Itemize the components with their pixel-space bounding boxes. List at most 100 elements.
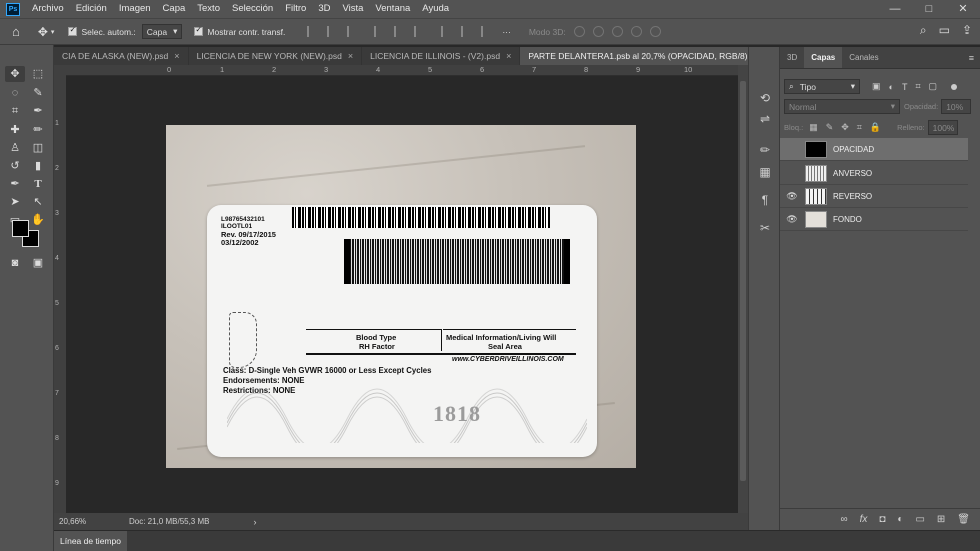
trash-icon[interactable]: 🗑 — [957, 514, 970, 525]
layer-row-anverso[interactable]: ANVERSO — [780, 162, 968, 185]
close-icon[interactable]: × — [506, 47, 511, 65]
align-left-icon[interactable] — [307, 26, 318, 37]
tab-canales[interactable]: Canales — [842, 47, 885, 68]
swatches-icon[interactable]: ▦ — [757, 165, 773, 179]
menu-archivo[interactable]: Archivo — [26, 0, 70, 18]
lock-pixels-icon[interactable]: ▦ — [809, 122, 818, 133]
menu-texto[interactable]: Texto — [191, 0, 226, 18]
add-mask-icon[interactable]: ◘ — [879, 514, 885, 525]
close-icon[interactable]: × — [348, 47, 353, 65]
menu-capa[interactable]: Capa — [157, 0, 192, 18]
stamp-tool-icon[interactable]: ♙ — [5, 140, 25, 156]
hand-tool-icon[interactable]: ✋ — [28, 212, 48, 228]
align-right-icon[interactable] — [347, 26, 358, 37]
tab-illinois[interactable]: LICENCIA DE ILLINOIS - (V2).psd × — [362, 47, 521, 65]
new-layer-icon[interactable]: ⊞ — [937, 514, 945, 525]
history-brush-icon[interactable]: ↺ — [5, 158, 25, 174]
distribute-icon[interactable] — [441, 26, 452, 37]
search-icon[interactable]: ⌕ — [920, 23, 927, 38]
move-tool-icon[interactable]: ✥ — [5, 66, 25, 82]
vertical-scrollbar[interactable] — [738, 65, 748, 513]
tab-3d[interactable]: 3D — [780, 47, 804, 68]
distribute-v-icon[interactable] — [481, 26, 492, 37]
tab-parte-delantera[interactable]: PARTE DELANTERA1.psb al 20,7% (OPACIDAD,… — [520, 47, 748, 65]
menu-ventana[interactable]: Ventana — [369, 0, 416, 18]
panel-menu-icon[interactable]: ≡ — [969, 47, 974, 68]
auto-select-checkbox[interactable] — [68, 25, 78, 36]
filter-smart-icon[interactable]: ▢ — [929, 81, 938, 92]
type-tool-icon[interactable]: T — [28, 176, 48, 192]
history-icon[interactable]: ⟲ — [757, 91, 773, 105]
layer-row-opacidad[interactable]: OPACIDAD — [780, 138, 968, 161]
chevron-right-icon[interactable]: › — [253, 517, 256, 527]
canvas-area[interactable]: L98765432101 ILOOTL01 Rev. 09/17/2015 03… — [66, 76, 738, 513]
gradient-tool-icon[interactable]: ▮ — [28, 158, 48, 174]
crop-tool-icon[interactable]: ⌗ — [5, 103, 25, 119]
healing-brush-icon[interactable]: ✚ — [5, 122, 25, 138]
show-transform-option[interactable]: Mostrar contr. transf. — [194, 25, 285, 37]
maximize-button[interactable]: □ — [912, 0, 946, 18]
close-icon[interactable]: × — [174, 47, 179, 65]
lock-artboard-icon[interactable]: ⌗ — [857, 122, 862, 133]
marquee-tool-icon[interactable]: ⬚ — [28, 66, 48, 82]
filter-pixel-icon[interactable]: ▣ — [872, 81, 881, 92]
menu-3d[interactable]: 3D — [312, 0, 336, 18]
filter-toggle-icon[interactable] — [951, 83, 958, 90]
tab-timeline[interactable]: Línea de tiempo — [54, 531, 127, 551]
scale-3d-icon[interactable] — [649, 26, 661, 37]
layer-row-fondo[interactable]: 👁 FONDO — [780, 208, 968, 231]
filter-adjust-icon[interactable]: ◐ — [889, 82, 894, 92]
filter-type-icon[interactable]: T — [902, 82, 908, 92]
move-tool-icon[interactable]: ✥ — [38, 25, 48, 39]
menu-seleccion[interactable]: Selección — [226, 0, 279, 18]
document-canvas[interactable]: L98765432101 ILOOTL01 Rev. 09/17/2015 03… — [166, 125, 636, 468]
close-button[interactable]: ✕ — [946, 0, 980, 18]
filter-shape-icon[interactable]: ⌗ — [915, 81, 920, 92]
more-options-icon[interactable]: ··· — [502, 27, 511, 37]
align-bottom-icon[interactable] — [414, 26, 425, 37]
brush-tool-icon[interactable]: ✏ — [28, 122, 48, 138]
show-transform-checkbox[interactable] — [194, 25, 204, 36]
slide-3d-icon[interactable] — [630, 26, 642, 37]
align-center-icon[interactable] — [327, 26, 338, 37]
lock-position-icon[interactable]: ✥ — [841, 122, 849, 133]
menu-vista[interactable]: Vista — [336, 0, 369, 18]
workspace-icon[interactable]: ▭ — [939, 23, 950, 38]
paragraph-icon[interactable]: ¶ — [757, 193, 773, 207]
blend-mode-dropdown[interactable]: Normal ▾ — [784, 99, 900, 114]
menu-imagen[interactable]: Imagen — [113, 0, 157, 18]
lock-paint-icon[interactable]: ✎ — [826, 122, 834, 133]
adjustment-layer-icon[interactable]: ◐ — [897, 514, 903, 525]
chevron-down-icon[interactable]: ▾ — [51, 28, 55, 36]
menu-edicion[interactable]: Edición — [70, 0, 113, 18]
align-top-icon[interactable] — [374, 26, 385, 37]
zoom-level[interactable]: 20,66% — [59, 517, 129, 526]
magic-wand-icon[interactable]: ✎ — [28, 85, 48, 101]
distribute-h-icon[interactable] — [461, 26, 472, 37]
lock-all-icon[interactable]: 🔒 — [870, 122, 881, 133]
brush-settings-icon[interactable]: ✏ — [757, 143, 773, 157]
auto-select-option[interactable]: Selec. autom.: — [68, 25, 136, 37]
menu-filtro[interactable]: Filtro — [279, 0, 312, 18]
pan-3d-icon[interactable] — [611, 26, 623, 37]
tab-alaska[interactable]: CIA DE ALASKA (NEW).psd × — [54, 47, 189, 65]
tab-new-york[interactable]: LICENCIA DE NEW YORK (NEW).psd × — [188, 47, 363, 65]
quick-mask-icon[interactable]: ◙ — [5, 255, 25, 271]
menu-ayuda[interactable]: Ayuda — [416, 0, 455, 18]
lasso-tool-icon[interactable]: ◌ — [5, 85, 25, 101]
share-icon[interactable]: ⇪ — [962, 23, 972, 38]
align-middle-icon[interactable] — [394, 26, 405, 37]
direct-select-icon[interactable]: ↖ — [28, 194, 48, 210]
link-layers-icon[interactable]: ∞ — [840, 514, 847, 525]
auto-select-dropdown[interactable]: Capa ▾ — [141, 24, 183, 39]
fx-icon[interactable]: fx — [860, 514, 868, 525]
eyedropper-icon[interactable]: ✒ — [28, 103, 48, 119]
eye-icon[interactable]: 👁 — [785, 214, 799, 225]
screen-mode-icon[interactable]: ▣ — [28, 255, 48, 271]
foreground-color-swatch[interactable] — [12, 220, 29, 237]
roll-3d-icon[interactable] — [592, 26, 604, 37]
layer-row-reverso[interactable]: 👁 REVERSO — [780, 185, 968, 208]
adjustments-icon[interactable]: ⇌ — [757, 112, 773, 126]
layer-filter-dropdown[interactable]: ⌕ Tipo ▾ — [784, 79, 860, 94]
opacity-field[interactable]: 10% — [941, 99, 972, 114]
